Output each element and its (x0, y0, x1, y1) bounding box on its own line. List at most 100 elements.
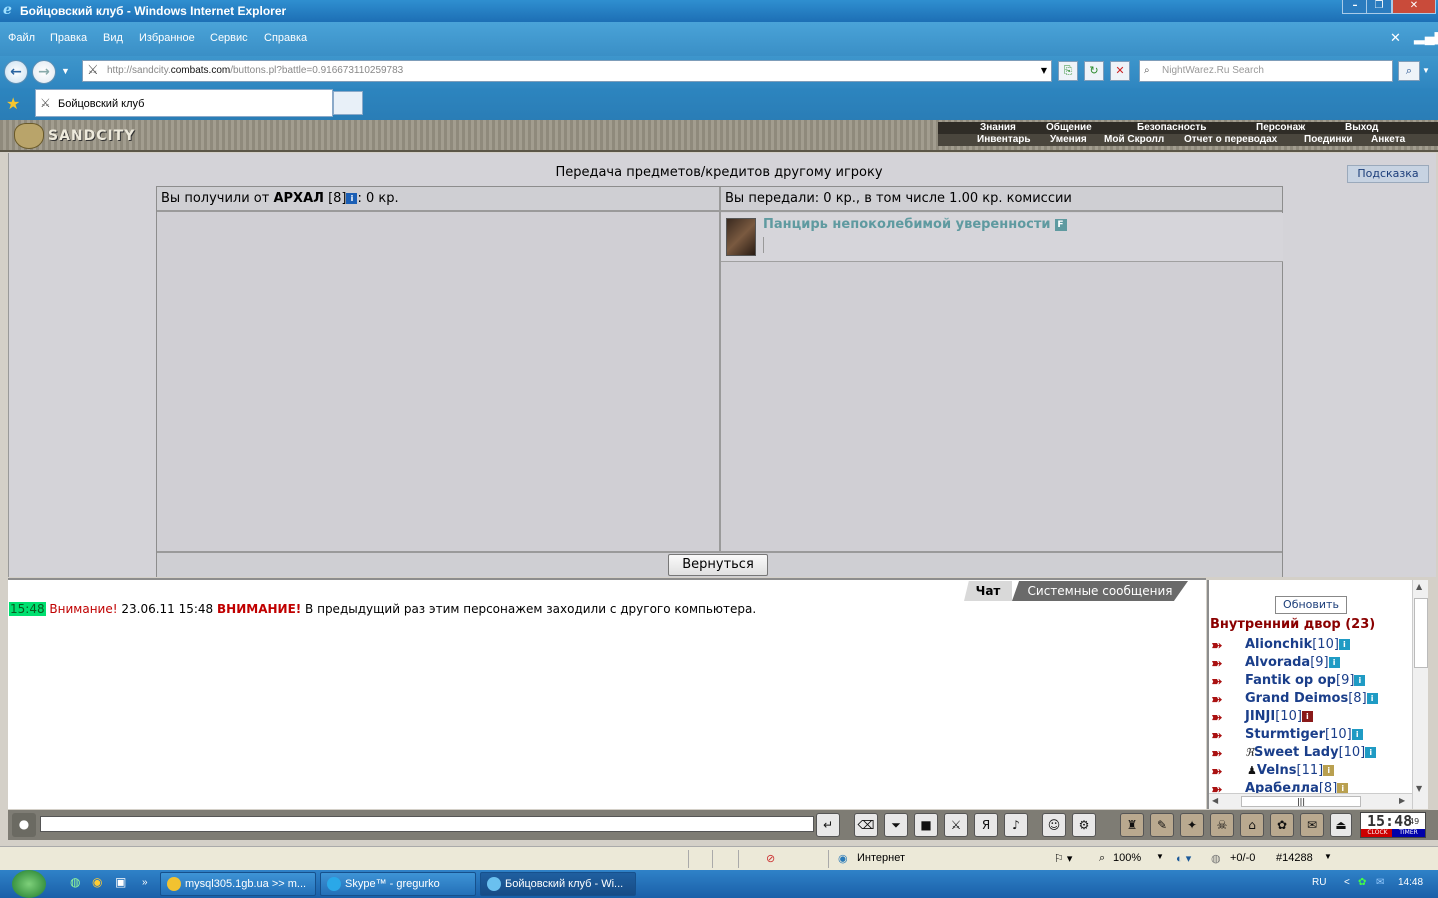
back-icon[interactable]: ← (4, 60, 28, 84)
save-icon[interactable]: ■ (914, 813, 938, 837)
nav-exit[interactable]: Выход (1345, 122, 1378, 134)
filter-icon[interactable]: ⏷ (884, 813, 908, 837)
refresh-icon[interactable]: ↻ (1084, 61, 1104, 81)
clock-label[interactable]: CLOCK (1361, 829, 1394, 837)
nav-inventory[interactable]: Инвентарь (977, 134, 1031, 146)
hint-button[interactable]: Подсказка (1347, 165, 1429, 183)
tab-chat[interactable]: Чат (964, 581, 1012, 601)
task-skype[interactable]: Skype™ - gregurko (320, 872, 476, 896)
eraser-icon[interactable]: ⌫ (854, 813, 878, 837)
tab-system-messages[interactable]: Системные сообщения (1012, 581, 1188, 601)
item-image[interactable] (726, 218, 756, 256)
search-button[interactable]: ⌕ (1398, 61, 1420, 81)
scroll-down-icon[interactable]: ▼ (1416, 784, 1422, 793)
group-icon[interactable]: ✿ (1270, 813, 1294, 837)
stop-icon[interactable]: ✕ (1110, 61, 1130, 81)
chat-input[interactable] (40, 816, 814, 832)
sound-icon[interactable]: ♪ (1004, 813, 1028, 837)
user-list-item[interactable]: ➽ Alvorada[9] i (1211, 655, 1340, 673)
favorites-star-icon[interactable]: ★ (6, 94, 20, 113)
skull-icon[interactable]: ☠ (1210, 813, 1234, 837)
desktop-icon[interactable]: ▣ (115, 875, 126, 889)
info-icon[interactable]: i (1328, 657, 1340, 668)
nav-communication[interactable]: Общение (1046, 122, 1092, 134)
private-message-icon[interactable]: ➽ (1211, 764, 1231, 780)
item-link[interactable]: Панцирь непоколебимой уверенности F (763, 217, 1067, 232)
new-tab-button[interactable] (333, 91, 363, 115)
nav-security[interactable]: Безопасность (1137, 122, 1206, 134)
hscroll-thumb[interactable]: ||| (1241, 796, 1361, 807)
nav-transfer-report[interactable]: Отчет о переводах (1184, 134, 1277, 146)
menu-file[interactable]: Файл (8, 32, 35, 44)
info-icon[interactable]: i (1338, 639, 1350, 650)
menu-favorites[interactable]: Избранное (139, 32, 195, 44)
zoom-dropdown-icon[interactable]: ▼ (1156, 852, 1164, 861)
info-icon[interactable]: i (1365, 747, 1377, 758)
quicklaunch-expand-icon[interactable]: » (142, 877, 148, 888)
user-list-item[interactable]: ➽ Grand Deimos[8] i (1211, 691, 1378, 709)
bird-icon[interactable]: ✦ (1180, 813, 1204, 837)
nav-knowledge[interactable]: Знания (980, 122, 1016, 134)
forward-icon[interactable]: → (32, 60, 56, 84)
address-input[interactable]: ⚔ http://sandcity.combats.com/buttons.pl… (82, 60, 1052, 82)
address-dropdown-icon[interactable]: ▼ (1041, 66, 1047, 75)
back-button[interactable]: Вернуться (668, 554, 768, 576)
addon-icon[interactable]: ◐ ▾ (1176, 852, 1191, 865)
counter-id[interactable]: #14288 (1276, 852, 1313, 864)
system-time[interactable]: 14:48 (1398, 877, 1423, 888)
counter-dropdown-icon[interactable]: ▼ (1324, 852, 1332, 861)
room-vertical-scrollbar[interactable]: ▲ ▼ (1412, 580, 1428, 809)
language-indicator[interactable]: RU (1312, 877, 1326, 888)
close-toolbar-icon[interactable]: ✕ (1390, 30, 1401, 46)
compat-view-icon[interactable]: ⎘ (1058, 61, 1078, 81)
info-icon[interactable]: i (346, 193, 358, 204)
lock-icon[interactable]: ⌂ (1240, 813, 1264, 837)
exit-icon[interactable]: ⏏ (1330, 813, 1352, 837)
user-list-item[interactable]: ➽ Sturmtiger[10] i (1211, 727, 1363, 745)
quicklaunch-icon[interactable]: ◍ (70, 875, 80, 889)
refresh-button[interactable]: Обновить (1275, 596, 1347, 614)
popup-blocker-icon[interactable]: ⊘ (766, 852, 775, 865)
menu-help[interactable]: Справка (264, 32, 307, 44)
scroll-item-icon[interactable]: ✎ (1150, 813, 1174, 837)
nav-my-scroll[interactable]: Мой Скролл (1104, 134, 1164, 146)
private-message-icon[interactable]: ➽ (1211, 674, 1231, 690)
chat-tray-icon[interactable]: ✉ (1376, 877, 1384, 888)
chrome-icon[interactable]: ◉ (92, 875, 102, 889)
info-icon[interactable]: i (1301, 711, 1313, 722)
tray-expand-icon[interactable]: < (1344, 877, 1350, 888)
tab-fight-club[interactable]: ⚔ Бойцовский клуб (35, 89, 333, 117)
send-icon[interactable]: ↵ (816, 813, 840, 837)
nav-skills[interactable]: Умения (1050, 134, 1087, 146)
protected-mode-icon[interactable]: ⚐ ▾ (1054, 852, 1072, 865)
scroll-thumb[interactable] (1414, 598, 1428, 668)
bag-icon[interactable]: ♜ (1120, 813, 1144, 837)
task-ie[interactable]: Бойцовский клуб - Wi... (480, 872, 636, 896)
private-message-icon[interactable]: ➽ (1211, 692, 1231, 708)
start-button[interactable] (12, 870, 46, 898)
menu-edit[interactable]: Правка (50, 32, 87, 44)
info-icon[interactable]: i (1354, 675, 1366, 686)
task-mysql[interactable]: mysql305.1gb.ua >> m... (160, 872, 316, 896)
search-input[interactable]: ⌕ NightWarez.Ru Search (1139, 60, 1393, 82)
private-message-icon[interactable]: ➽ (1211, 656, 1231, 672)
info-icon[interactable]: i (1366, 693, 1378, 704)
nav-profile[interactable]: Анкета (1371, 134, 1405, 146)
mail-icon[interactable]: ✉ (1300, 813, 1324, 837)
room-horizontal-scrollbar[interactable]: ◀ ||| ▶ (1209, 793, 1412, 809)
user-list-item[interactable]: ➽ Alionchik[10] i (1211, 637, 1350, 655)
zoom-level[interactable]: 100% (1113, 852, 1141, 864)
minimize-button[interactable]: – (1342, 0, 1368, 14)
smiley-icon[interactable]: ☺ (1042, 813, 1066, 837)
zoom-icon[interactable]: ⌕ (1099, 852, 1105, 865)
private-message-icon[interactable]: ➽ (1211, 746, 1231, 762)
chat-settings-icon[interactable]: ⚙ (1072, 813, 1096, 837)
timer-label[interactable]: TIMER (1392, 829, 1425, 837)
user-list-item[interactable]: ➽ Fantik op op[9] i (1211, 673, 1366, 691)
icq-icon[interactable]: ✿ (1358, 877, 1366, 888)
private-message-icon[interactable]: ➽ (1211, 728, 1231, 744)
history-dropdown-icon[interactable]: ▼ (61, 66, 70, 76)
chat-options-icon[interactable]: ● (12, 813, 36, 837)
scroll-left-icon[interactable]: ◀ (1212, 796, 1218, 805)
info-icon[interactable]: i (1351, 729, 1363, 740)
